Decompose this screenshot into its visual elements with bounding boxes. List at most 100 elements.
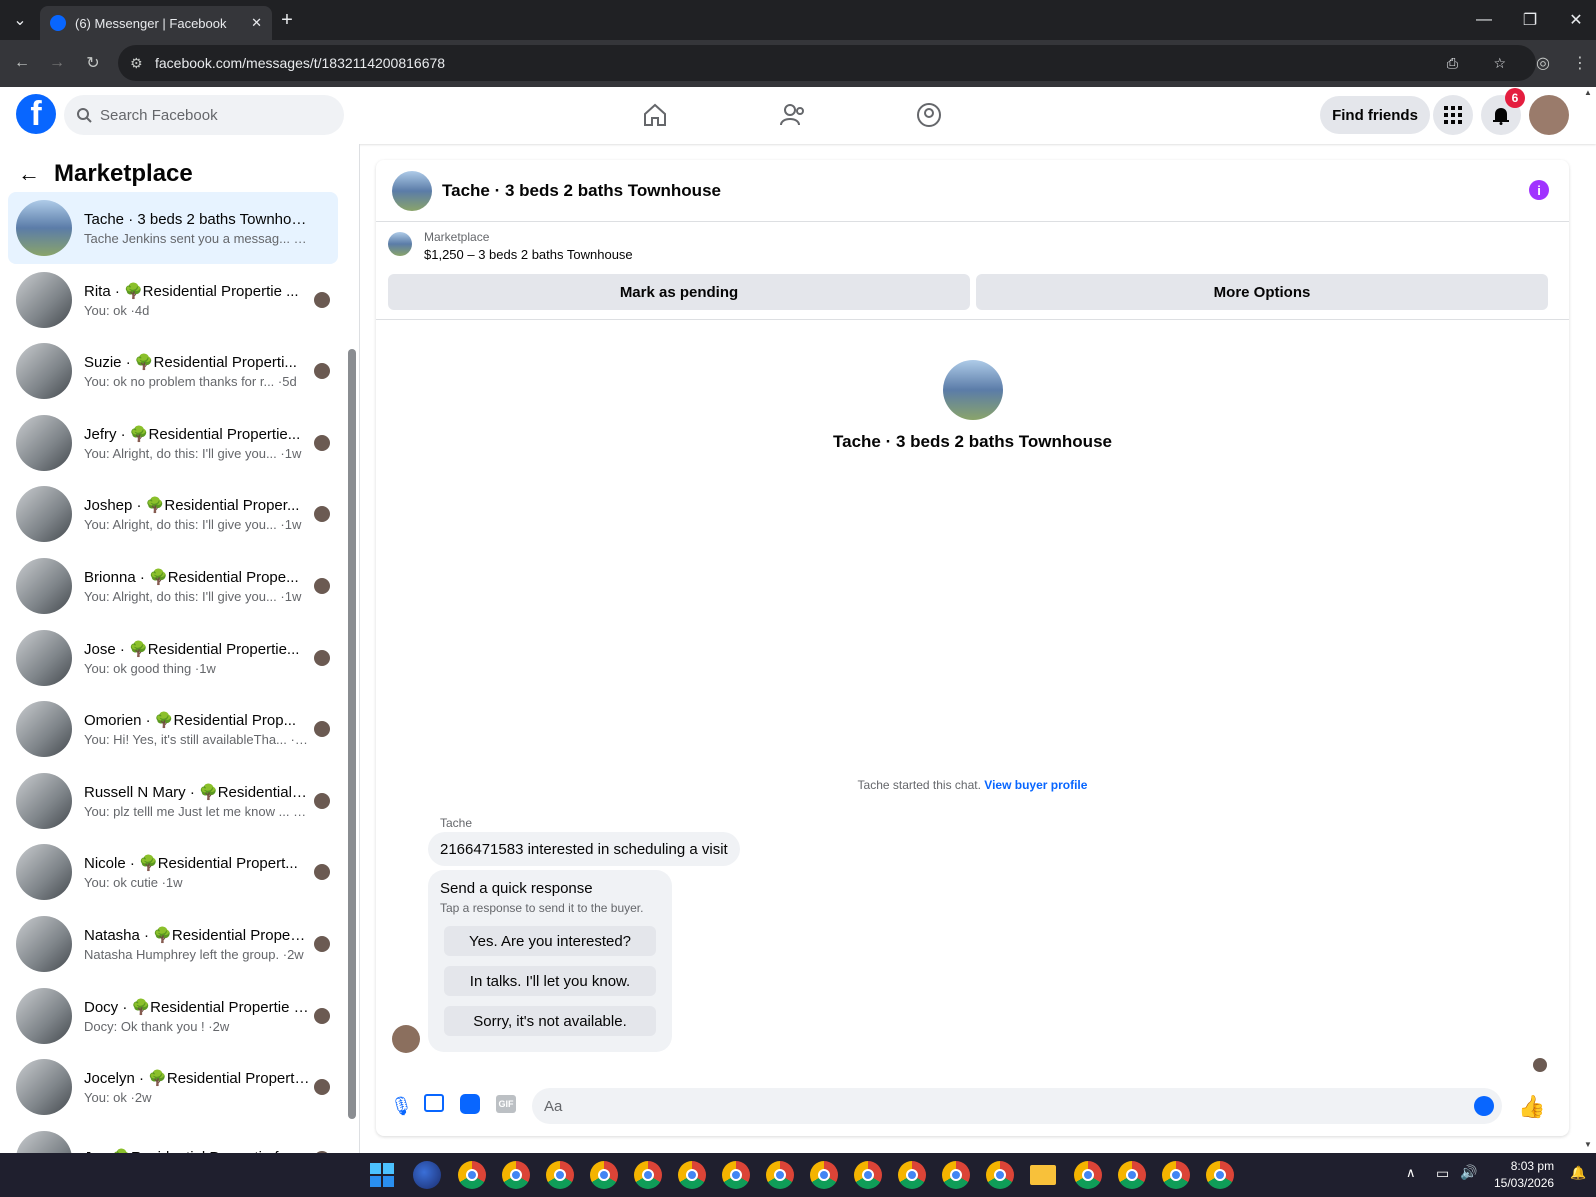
chat-title[interactable]: Tache · 3 beds 2 baths Townhouse <box>442 181 721 201</box>
sender-name: Tache <box>440 816 473 830</box>
profile-icon[interactable]: ◎ <box>1527 47 1559 79</box>
conversation-item[interactable]: Joshep · 🌳Residential Proper... You: Alri… <box>8 478 338 550</box>
bookmark-star-icon[interactable]: ☆ <box>1493 55 1506 72</box>
network-icon[interactable]: ▭ <box>1436 1165 1449 1182</box>
conversation-item[interactable]: Suzie · 🌳Residential Properti... You: ok … <box>8 335 338 407</box>
site-info-icon[interactable]: ⚙ <box>130 55 143 72</box>
chrome-taskbar-icon[interactable] <box>1074 1161 1102 1189</box>
friends-icon[interactable] <box>773 95 813 135</box>
quick-response-not-available-button[interactable]: Sorry, it's not available. <box>444 1006 656 1036</box>
info-icon[interactable]: i <box>1529 180 1549 200</box>
chrome-taskbar-icon[interactable] <box>810 1161 838 1189</box>
notification-center-icon[interactable]: 🔔 <box>1570 1165 1586 1181</box>
find-friends-button[interactable]: Find friends <box>1320 96 1430 134</box>
emoji-icon[interactable] <box>1474 1096 1494 1116</box>
quick-response-yes-button[interactable]: Yes. Are you interested? <box>444 926 656 956</box>
menu-grid-icon[interactable] <box>1433 95 1473 135</box>
menu-dots-icon[interactable]: ⋮ <box>1564 47 1596 79</box>
chrome-taskbar-icon[interactable] <box>766 1161 794 1189</box>
quick-response-in-talks-button[interactable]: In talks. I'll let you know. <box>444 966 656 996</box>
conversation-item[interactable]: Omorien · 🌳Residential Prop... You: Hi! Y… <box>8 693 338 765</box>
sidebar-scrollbar[interactable] <box>348 349 356 1119</box>
conversation-item[interactable]: Brionna · 🌳Residential Prope... You: Alri… <box>8 550 338 622</box>
conversation-name: Omorien · 🌳Residential Prop... <box>84 712 297 730</box>
chrome-taskbar-icon[interactable] <box>722 1161 750 1189</box>
chrome-taskbar-icon[interactable] <box>1162 1161 1190 1189</box>
close-window-icon[interactable]: ✕ <box>1560 4 1592 36</box>
chat-panel: Tache · 3 beds 2 baths Townhouse i Marke… <box>376 160 1569 1136</box>
clock-date: 15/03/2026 <box>1494 1176 1555 1190</box>
back-arrow-icon[interactable]: ← <box>18 161 40 187</box>
conversation-item[interactable]: Docy · 🌳Residential Propertie f... Docy: … <box>8 980 338 1052</box>
chrome-taskbar-icon[interactable] <box>1206 1161 1234 1189</box>
message-input[interactable]: Aa <box>532 1088 1502 1124</box>
chrome-taskbar-icon[interactable] <box>986 1161 1014 1189</box>
conversation-item[interactable]: Nicole · 🌳Residential Propert... You: ok … <box>8 836 338 908</box>
new-tab-icon[interactable]: + <box>271 4 303 36</box>
chrome-taskbar-icon[interactable] <box>898 1161 926 1189</box>
gif-icon[interactable]: GIF <box>496 1095 516 1113</box>
conversation-item[interactable]: Jocelyn · 🌳Residential Properti... You: o… <box>8 1051 338 1123</box>
windows-start-icon[interactable] <box>370 1163 394 1187</box>
search-icon <box>77 108 92 123</box>
more-options-button[interactable]: More Options <box>976 274 1548 310</box>
chrome-taskbar-icon[interactable] <box>1118 1161 1146 1189</box>
account-avatar[interactable] <box>1529 95 1569 135</box>
address-bar[interactable]: ⚙ facebook.com/messages/t/18321142008166… <box>118 45 1536 81</box>
conversation-name: Jefry · 🌳Residential Propertie... <box>84 425 301 443</box>
photo-icon[interactable] <box>424 1094 444 1112</box>
conversation-thumbnail <box>16 414 72 471</box>
chrome-taskbar-icon[interactable] <box>502 1161 530 1189</box>
conversation-thumbnail <box>16 629 72 686</box>
message-bubble: 2166471583 interested in scheduling a vi… <box>428 832 740 866</box>
tray-chevron-icon[interactable]: ∧ <box>1406 1165 1416 1181</box>
view-buyer-profile-link[interactable]: View buyer profile <box>984 778 1087 792</box>
participant-avatar <box>314 578 330 594</box>
file-explorer-icon[interactable] <box>1030 1165 1056 1185</box>
volume-icon[interactable]: 🔊 <box>1460 1164 1477 1181</box>
chrome-taskbar-icon[interactable] <box>458 1161 486 1189</box>
sticker-icon[interactable] <box>460 1094 480 1114</box>
forward-icon[interactable]: → <box>41 47 73 79</box>
conversation-item[interactable]: Jose · 🌳Residential Propertie... You: ok … <box>8 622 338 694</box>
search-input[interactable]: Search Facebook <box>64 95 344 135</box>
listing-avatar <box>942 360 1003 420</box>
conversation-item[interactable]: Natasha · 🌳Residential Properti... Natash… <box>8 908 338 980</box>
chrome-taskbar-icon[interactable] <box>634 1161 662 1189</box>
page-scroll-arrow-down-icon[interactable]: ▼ <box>1584 1140 1592 1149</box>
clock-time: 8:03 pm <box>1510 1159 1555 1173</box>
back-icon[interactable]: ← <box>6 47 38 79</box>
facebook-logo-icon[interactable]: f <box>16 94 56 134</box>
chrome-taskbar-icon[interactable] <box>546 1161 574 1189</box>
conversation-item[interactable]: Tache · 3 beds 2 baths Townhouse Tache Je… <box>8 192 338 264</box>
conversation-item[interactable]: Jefry · 🌳Residential Propertie... You: Al… <box>8 407 338 479</box>
conversation-text: Russell N Mary · 🌳Residential P... You: p… <box>84 783 310 819</box>
chrome-taskbar-icon[interactable] <box>942 1161 970 1189</box>
conversation-item[interactable]: Jy · 🌳Residential Propertie for ... <box>8 1123 338 1153</box>
groups-icon[interactable] <box>909 95 949 135</box>
mark-as-pending-button[interactable]: Mark as pending <box>388 274 970 310</box>
chat-avatar[interactable] <box>392 170 432 211</box>
sender-avatar[interactable] <box>392 1025 420 1053</box>
minimize-icon[interactable]: — <box>1468 4 1500 36</box>
conversation-item[interactable]: Russell N Mary · 🌳Residential P... You: p… <box>8 765 338 837</box>
maximize-icon[interactable]: ❐ <box>1514 4 1546 36</box>
chrome-taskbar-icon[interactable] <box>854 1161 882 1189</box>
conversation-item[interactable]: Rita · 🌳Residential Propertie ... You: ok… <box>8 264 338 336</box>
app-icon[interactable] <box>413 1161 441 1189</box>
browser-tab[interactable]: (6) Messenger | Facebook ✕ <box>40 6 272 40</box>
chrome-taskbar-icon[interactable] <box>678 1161 706 1189</box>
home-icon[interactable] <box>635 95 675 135</box>
conversation-thumbnail <box>16 916 72 972</box>
system-clock[interactable]: 8:03 pm 15/03/2026 <box>1494 1158 1554 1192</box>
reload-icon[interactable]: ↻ <box>77 47 109 79</box>
close-tab-icon[interactable]: ✕ <box>251 15 262 31</box>
microphone-icon[interactable]: 🎙 <box>390 1096 413 1117</box>
like-thumbs-up-icon[interactable]: 👍 <box>1518 1094 1545 1120</box>
page-scroll-arrow-up-icon[interactable]: ▲ <box>1584 88 1592 97</box>
install-icon[interactable]: ⎙ <box>1447 55 1458 72</box>
tab-search-icon[interactable]: ⌄ <box>4 4 36 36</box>
conversation-thumbnail <box>16 844 72 901</box>
chrome-taskbar-icon[interactable] <box>590 1161 618 1189</box>
participant-avatar <box>314 936 330 952</box>
